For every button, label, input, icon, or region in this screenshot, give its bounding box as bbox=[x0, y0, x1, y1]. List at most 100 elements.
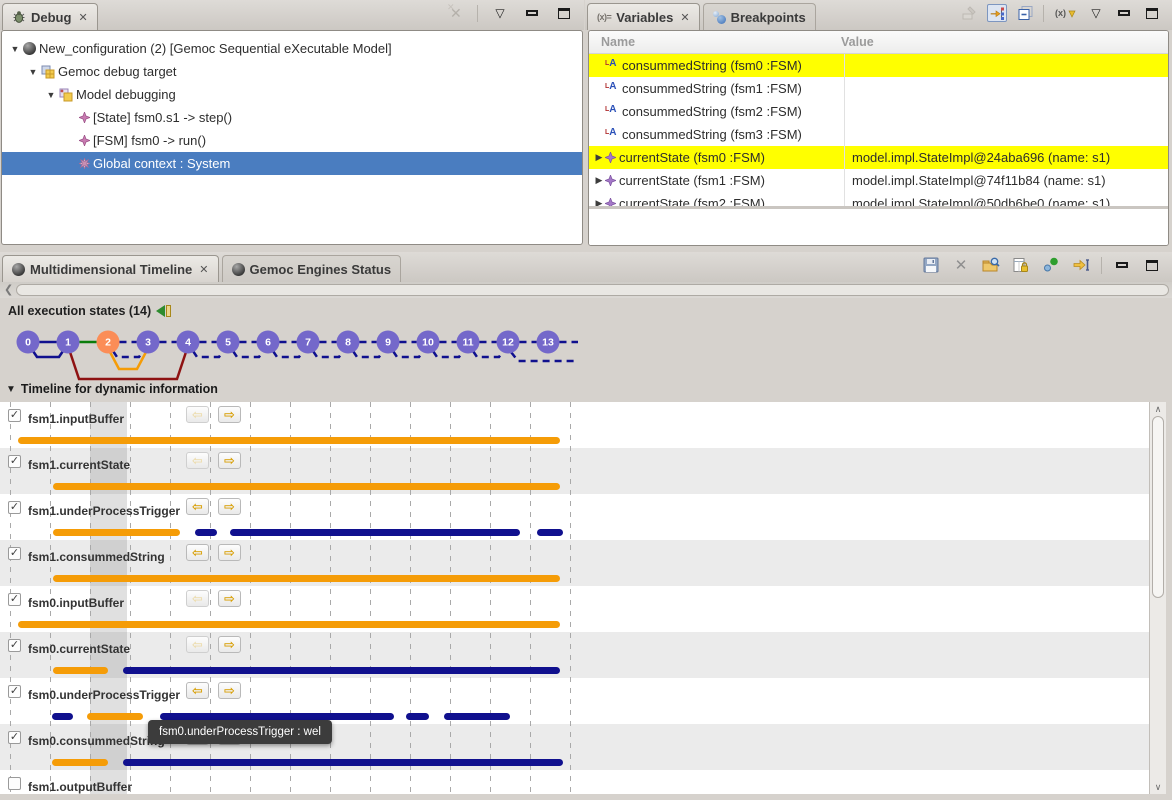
string-attribute-icon: LA bbox=[605, 105, 620, 118]
tab-engines-label: Gemoc Engines Status bbox=[250, 262, 392, 277]
step-forward-button[interactable]: ⇨ bbox=[218, 544, 241, 561]
variable-row[interactable]: ▶ currentState (fsm0 :FSM) model.impl.St… bbox=[589, 146, 1168, 169]
row-checkbox[interactable]: ✓ bbox=[8, 639, 21, 652]
column-value[interactable]: Value bbox=[832, 35, 874, 49]
watch-expressions-icon[interactable]: (x) bbox=[1052, 4, 1078, 22]
tree-item-model-debugging[interactable]: ▼ Model debugging bbox=[2, 83, 582, 106]
svg-text:(x): (x) bbox=[1055, 8, 1066, 18]
close-icon[interactable]: ✕ bbox=[78, 11, 87, 24]
expand-arrow-icon[interactable]: ▶ bbox=[593, 175, 605, 186]
scrollbar-track[interactable] bbox=[16, 284, 1169, 296]
step-forward-button[interactable]: ⇨ bbox=[218, 406, 241, 423]
step-backward-button[interactable]: ⇦ bbox=[186, 406, 209, 423]
view-menu-icon[interactable]: ▽ bbox=[1086, 4, 1106, 22]
row-checkbox[interactable]: ✓ bbox=[8, 455, 21, 468]
step-backward-button[interactable]: ⇦ bbox=[186, 682, 209, 699]
variable-row[interactable]: ▶ currentState (fsm2 :FSM) model.impl.St… bbox=[589, 192, 1168, 206]
show-logical-structure-icon[interactable] bbox=[959, 4, 979, 22]
timeline-view: Multidimensional Timeline ✕ Gemoc Engine… bbox=[0, 252, 1172, 800]
close-icon[interactable]: ✕ bbox=[680, 11, 689, 24]
tree-item-label: Model debugging bbox=[76, 87, 176, 102]
maximize-icon[interactable] bbox=[1142, 256, 1162, 274]
timeline-row: ✓ fsm1.currentState ⇦ ⇨ bbox=[0, 448, 1149, 494]
row-checkbox[interactable]: ✓ bbox=[8, 685, 21, 698]
tree-item-debug-target[interactable]: ▼ Gemoc debug target bbox=[2, 60, 582, 83]
table-header[interactable]: Name Value bbox=[589, 31, 1168, 54]
step-backward-button[interactable]: ⇦ bbox=[186, 590, 209, 607]
timeline-row: ✓ fsm1.consummedString ⇦ ⇨ bbox=[0, 540, 1149, 586]
step-backward-button[interactable]: ⇦ bbox=[186, 498, 209, 515]
variable-row[interactable]: ▶ LA consummedString (fsm1 :FSM) bbox=[589, 77, 1168, 100]
step-backward-button[interactable]: ⇦ bbox=[186, 544, 209, 561]
tab-multidimensional-timeline[interactable]: Multidimensional Timeline ✕ bbox=[2, 255, 219, 282]
collapse-all-icon[interactable] bbox=[1015, 4, 1035, 22]
debug-target-icon bbox=[41, 65, 55, 79]
tree-item-global-context[interactable]: Global context : System bbox=[2, 152, 582, 175]
expand-arrow-icon[interactable]: ▶ bbox=[593, 152, 605, 163]
tree-item-stack-frame-state[interactable]: [State] fsm0.s1 -> step() bbox=[2, 106, 582, 129]
svg-text:0: 0 bbox=[25, 337, 31, 349]
tab-debug-label: Debug bbox=[31, 10, 71, 25]
tree-item-stack-frame-fsm[interactable]: [FSM] fsm0 -> run() bbox=[2, 129, 582, 152]
load-trace-icon[interactable] bbox=[981, 256, 1001, 274]
variable-row[interactable]: ▶ currentState (fsm1 :FSM) model.impl.St… bbox=[589, 169, 1168, 192]
reference-icon bbox=[605, 198, 616, 206]
step-forward-button[interactable]: ⇨ bbox=[218, 498, 241, 515]
remove-all-terminated-icon[interactable]: ✕✕ bbox=[447, 5, 465, 21]
variable-row[interactable]: ▶ LA consummedString (fsm3 :FSM) bbox=[589, 123, 1168, 146]
row-checkbox[interactable]: ✓ bbox=[8, 593, 21, 606]
row-checkbox[interactable]: ✓ bbox=[8, 501, 21, 514]
step-backward-button[interactable]: ⇦ bbox=[186, 636, 209, 653]
scroll-down-icon[interactable]: ∨ bbox=[1150, 780, 1166, 794]
step-backward-button[interactable]: ⇦ bbox=[186, 452, 209, 469]
scroll-left-icon[interactable]: ❮ bbox=[4, 283, 13, 296]
column-name[interactable]: Name bbox=[589, 35, 832, 49]
tab-variables[interactable]: (x)= Variables ✕ bbox=[587, 3, 700, 30]
column-divider[interactable] bbox=[844, 54, 845, 206]
step-forward-button[interactable]: ⇨ bbox=[218, 590, 241, 607]
svg-text:4: 4 bbox=[185, 337, 191, 349]
tab-breakpoints[interactable]: Breakpoints bbox=[703, 3, 816, 30]
go-to-state-icon[interactable] bbox=[1071, 256, 1091, 274]
minimize-icon[interactable] bbox=[522, 4, 542, 22]
minimize-icon[interactable] bbox=[1114, 4, 1134, 22]
collapse-arrow-icon[interactable]: ▼ bbox=[6, 384, 16, 395]
collapse-arrow-icon[interactable]: ▼ bbox=[8, 44, 22, 54]
close-icon[interactable]: ✕ bbox=[199, 263, 208, 276]
collapse-arrow-icon[interactable]: ▼ bbox=[26, 67, 40, 77]
row-checkbox[interactable] bbox=[8, 777, 21, 790]
scrollbar-thumb[interactable] bbox=[1152, 416, 1164, 598]
vertical-scrollbar[interactable]: ∧ ∨ bbox=[1149, 402, 1166, 794]
delete-icon[interactable]: ✕ bbox=[951, 256, 971, 274]
timeline-tabbar: Multidimensional Timeline ✕ Gemoc Engine… bbox=[0, 252, 1172, 282]
row-checkbox[interactable]: ✓ bbox=[8, 547, 21, 560]
new-state-icon[interactable] bbox=[1041, 256, 1061, 274]
dynamic-timeline-header[interactable]: ▼ Timeline for dynamic information bbox=[6, 382, 218, 396]
expand-arrow-icon[interactable]: ▶ bbox=[593, 198, 605, 206]
view-menu-icon[interactable]: ▽ bbox=[490, 4, 510, 22]
scroll-up-icon[interactable]: ∧ bbox=[1150, 402, 1166, 416]
execution-states-graph[interactable]: 012345678910111213 bbox=[0, 322, 1172, 384]
minimize-icon[interactable] bbox=[1112, 256, 1132, 274]
step-back-icon[interactable] bbox=[156, 305, 171, 317]
global-context-icon bbox=[79, 158, 90, 169]
row-checkbox[interactable]: ✓ bbox=[8, 409, 21, 422]
lock-window-icon[interactable] bbox=[1011, 256, 1031, 274]
save-icon[interactable] bbox=[921, 256, 941, 274]
step-forward-button[interactable]: ⇨ bbox=[218, 636, 241, 653]
svg-text:1: 1 bbox=[65, 337, 71, 349]
collapse-arrow-icon[interactable]: ▼ bbox=[44, 90, 58, 100]
variable-row[interactable]: ▶ LA consummedString (fsm0 :FSM) bbox=[589, 54, 1168, 77]
step-forward-button[interactable]: ⇨ bbox=[218, 682, 241, 699]
maximize-icon[interactable] bbox=[1142, 4, 1162, 22]
step-forward-button[interactable]: ⇨ bbox=[218, 452, 241, 469]
variable-detail-pane[interactable] bbox=[589, 209, 1168, 245]
variable-row[interactable]: ▶ LA consummedString (fsm2 :FSM) bbox=[589, 100, 1168, 123]
tab-debug[interactable]: Debug ✕ bbox=[2, 3, 98, 30]
tab-gemoc-engines-status[interactable]: Gemoc Engines Status bbox=[222, 255, 402, 282]
layout-tree-icon[interactable] bbox=[987, 4, 1007, 22]
horizontal-scrollbar[interactable]: ❮ bbox=[0, 282, 1172, 298]
maximize-icon[interactable] bbox=[554, 4, 574, 22]
tree-item-launch-config[interactable]: ▼ New_configuration (2) [Gemoc Sequentia… bbox=[2, 37, 582, 60]
row-checkbox[interactable]: ✓ bbox=[8, 731, 21, 744]
